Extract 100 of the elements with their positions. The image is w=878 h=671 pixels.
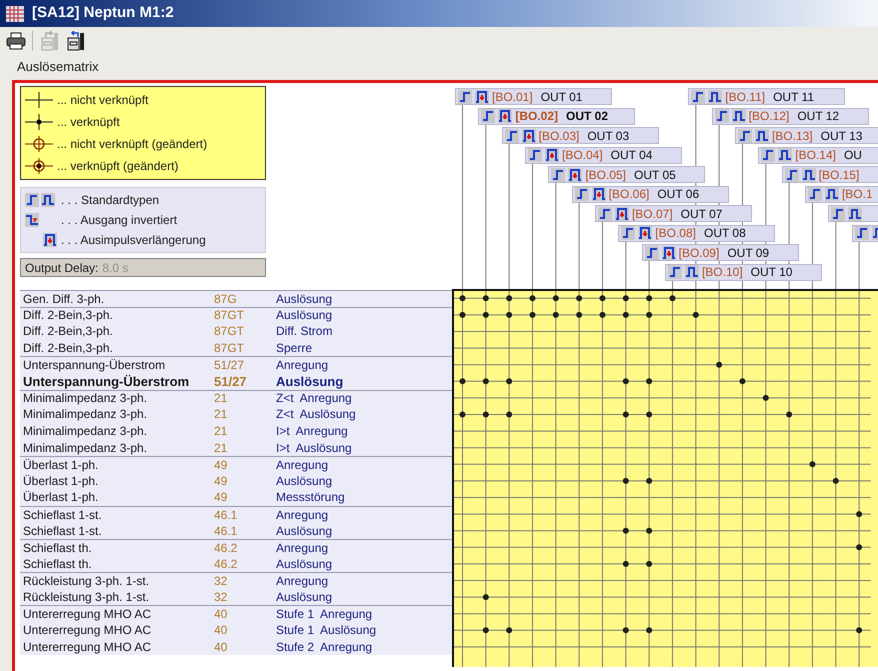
grid-junction[interactable] <box>454 438 475 456</box>
grid-junction[interactable] <box>636 522 662 540</box>
grid-junction[interactable] <box>520 306 545 324</box>
grid-junction[interactable] <box>544 306 568 324</box>
grid-junction[interactable] <box>614 522 638 540</box>
output-header[interactable]: [BO.05] OUT 05 <box>548 166 706 183</box>
grid-junction[interactable] <box>684 306 708 324</box>
signal-row[interactable]: Diff. 2-Bein,3-ph. 87GT Diff. Strom <box>20 323 452 340</box>
grid-junction[interactable] <box>730 290 755 308</box>
signal-row[interactable]: Minimalimpedanz 3-ph. 21 I>t Auslösung <box>20 439 452 456</box>
grid-junction[interactable] <box>454 422 475 440</box>
grid-junction[interactable] <box>706 356 732 374</box>
grid-junction[interactable] <box>614 622 638 640</box>
signal-row[interactable]: Diff. 2-Bein,3-ph. 87GT Sperre <box>20 340 452 356</box>
grid-junction[interactable] <box>824 290 848 308</box>
signal-row[interactable]: Minimalimpedanz 3-ph. 21 Z<t Auslösung <box>20 406 452 423</box>
grid-junction[interactable] <box>497 406 522 424</box>
grid-junction[interactable] <box>636 290 662 308</box>
grid-junction[interactable] <box>776 406 802 424</box>
grid-junction[interactable] <box>846 622 872 640</box>
grid-junction[interactable] <box>636 472 662 490</box>
signal-row[interactable]: Minimalimpedanz 3-ph. 21 I>t Anregung <box>20 422 452 440</box>
grid-junction[interactable] <box>636 555 662 573</box>
grid-junction[interactable] <box>636 622 662 640</box>
grid-junction[interactable] <box>454 622 475 640</box>
signal-row[interactable]: Unterspannung-Überstrom 51/27 Anregung <box>20 356 452 373</box>
grid-junction[interactable] <box>454 290 475 308</box>
grid-junction[interactable] <box>754 290 778 308</box>
grid-junction[interactable] <box>454 555 475 573</box>
signal-row[interactable]: Überlast 1-ph. 49 Messstörung <box>20 489 452 506</box>
output-header[interactable]: [BO.1 <box>804 186 878 202</box>
grid-junction[interactable] <box>614 290 638 308</box>
grid-junction[interactable] <box>454 472 475 490</box>
grid-junction[interactable] <box>800 456 825 474</box>
output-header[interactable]: [BO.06] OUT 06 <box>572 186 729 202</box>
signal-row[interactable]: Untererregung MHO AC 40 Stufe 1 Auslösung <box>20 622 452 638</box>
grid-junction[interactable] <box>454 505 475 523</box>
grid-junction[interactable] <box>544 290 568 308</box>
signal-row[interactable]: Unterspannung-Überstrom 51/27 Auslösung <box>20 372 452 390</box>
grid-junction[interactable] <box>474 588 498 606</box>
grid-junction[interactable] <box>614 555 638 573</box>
grid-junction[interactable] <box>454 522 475 540</box>
grid-junction[interactable] <box>454 306 475 324</box>
grid-junction[interactable] <box>454 456 475 474</box>
grid-junction[interactable] <box>566 290 592 308</box>
grid-junction[interactable] <box>474 372 498 390</box>
output-header[interactable]: [BO.01] OUT 01 <box>455 88 612 105</box>
signal-row[interactable]: Rückleistung 3-ph. 1-st. 32 Anregung <box>20 572 452 589</box>
grid-junction[interactable] <box>800 290 825 308</box>
printer-icon[interactable] <box>6 32 26 50</box>
grid-junction[interactable] <box>590 306 615 324</box>
signal-row[interactable]: Gen. Diff. 3-ph. 87G Auslösung <box>20 290 452 307</box>
grid-junction[interactable] <box>614 406 638 424</box>
grid-junction[interactable] <box>590 290 615 308</box>
grid-junction[interactable] <box>454 638 475 656</box>
grid-junction[interactable] <box>660 290 685 308</box>
signal-row[interactable]: Schieflast th. 46.2 Auslösung <box>20 556 452 572</box>
grid-junction[interactable] <box>614 472 638 490</box>
grid-junction[interactable] <box>566 306 592 324</box>
grid-junction[interactable] <box>454 406 475 424</box>
output-header[interactable]: [BO.10] OUT 10 <box>664 264 822 280</box>
signal-row[interactable]: Minimalimpedanz 3-ph. 21 Z<t Anregung <box>20 390 452 406</box>
grid-junction[interactable] <box>454 604 475 622</box>
grid-junction[interactable] <box>454 339 475 357</box>
grid-junction[interactable] <box>497 372 522 390</box>
output-header[interactable]: [BO.04] OUT 04 <box>524 146 682 164</box>
grid-junction[interactable] <box>474 306 498 324</box>
signal-row[interactable]: Untererregung MHO AC 40 Stufe 1 Anregung <box>20 605 452 622</box>
grid-junction[interactable] <box>706 290 732 308</box>
grid-junction[interactable] <box>684 290 708 308</box>
signal-row[interactable]: Schieflast th. 46.2 Anregung <box>20 538 452 556</box>
output-header[interactable]: [BO.14] OU <box>758 146 878 164</box>
grid-junction[interactable] <box>454 588 475 606</box>
grid-junction[interactable] <box>474 406 498 424</box>
grid-junction[interactable] <box>454 322 475 340</box>
signal-row[interactable]: Rückleistung 3-ph. 1-st. 32 Auslösung <box>20 588 452 606</box>
signal-row[interactable]: Überlast 1-ph. 49 Auslösung <box>20 472 452 490</box>
output-header[interactable]: [BO.12] OUT 12 <box>712 108 869 124</box>
grid-junction[interactable] <box>776 290 802 308</box>
grid-junction[interactable] <box>730 372 755 390</box>
grid-junction[interactable] <box>636 306 662 324</box>
signal-row[interactable]: Überlast 1-ph. 49 Anregung <box>20 456 452 473</box>
output-header[interactable]: [BO.07] OUT 07 <box>594 205 752 222</box>
grid-junction[interactable] <box>497 290 522 308</box>
grid-junction[interactable] <box>454 538 475 556</box>
grid-junction[interactable] <box>636 406 662 424</box>
output-header[interactable]: [BO.13] OUT 13 <box>734 127 878 144</box>
grid-junction[interactable] <box>636 372 662 390</box>
grid-junction[interactable] <box>454 488 475 506</box>
grid-junction[interactable] <box>846 505 872 523</box>
output-header[interactable]: [BO.11] OUT 11 <box>688 88 846 105</box>
grid-junction[interactable] <box>614 306 638 324</box>
grid-junction[interactable] <box>474 290 498 308</box>
signal-row[interactable]: Untererregung MHO AC 40 Stufe 2 Anregung <box>20 638 452 656</box>
grid-junction[interactable] <box>454 572 475 590</box>
output-header[interactable]: [BO.09] OUT 09 <box>642 244 799 261</box>
grid-junction[interactable] <box>497 622 522 640</box>
signal-row[interactable]: Schieflast 1-st. 46.1 Anregung <box>20 506 452 522</box>
grid-junction[interactable] <box>614 372 638 390</box>
device-transfer-icon[interactable] <box>65 30 85 50</box>
